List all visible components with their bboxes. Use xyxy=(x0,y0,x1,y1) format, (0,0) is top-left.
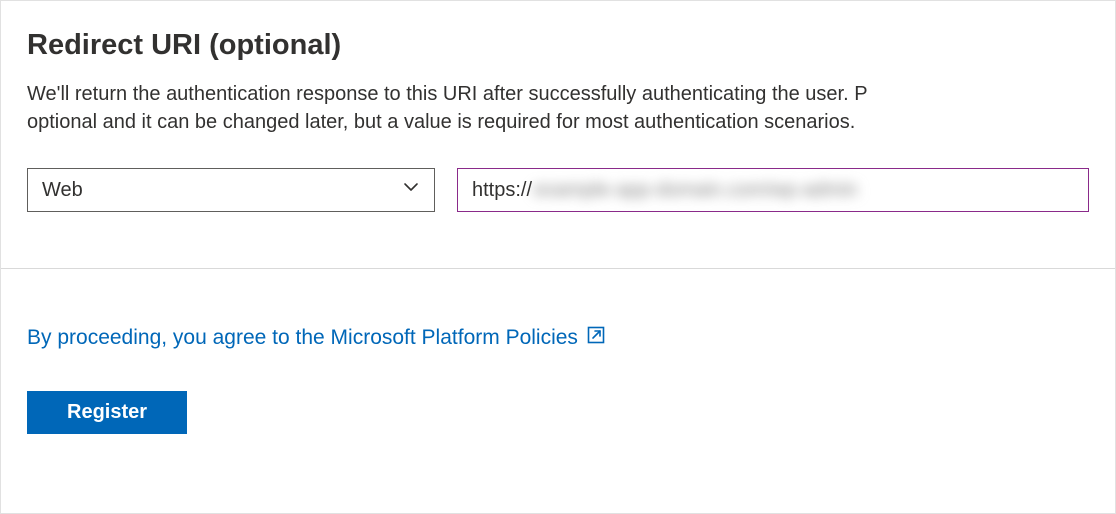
section-description: We'll return the authentication response… xyxy=(27,80,1089,136)
description-line-1: We'll return the authentication response… xyxy=(27,83,868,105)
uri-scheme-text: https:// xyxy=(472,179,532,202)
section-title: Redirect URI (optional) xyxy=(27,29,1089,62)
policies-link-text: By proceeding, you agree to the Microsof… xyxy=(27,326,578,350)
platform-select-value: Web xyxy=(42,179,402,202)
external-link-icon xyxy=(586,325,606,351)
redirect-uri-input[interactable]: https:// example-app-domain.com/wp-admin xyxy=(457,168,1089,212)
chevron-down-icon xyxy=(402,178,420,202)
platform-policies-link[interactable]: By proceeding, you agree to the Microsof… xyxy=(27,325,606,351)
platform-select[interactable]: Web xyxy=(27,168,435,212)
uri-blurred-text: example-app-domain.com/wp-admin xyxy=(534,179,857,202)
footer-section: By proceeding, you agree to the Microsof… xyxy=(27,269,1089,434)
description-line-2: optional and it can be changed later, bu… xyxy=(27,111,855,133)
redirect-uri-form-row: Web https:// example-app-domain.com/wp-a… xyxy=(27,168,1089,212)
register-button[interactable]: Register xyxy=(27,391,187,434)
redirect-uri-section: Redirect URI (optional) We'll return the… xyxy=(0,0,1116,514)
